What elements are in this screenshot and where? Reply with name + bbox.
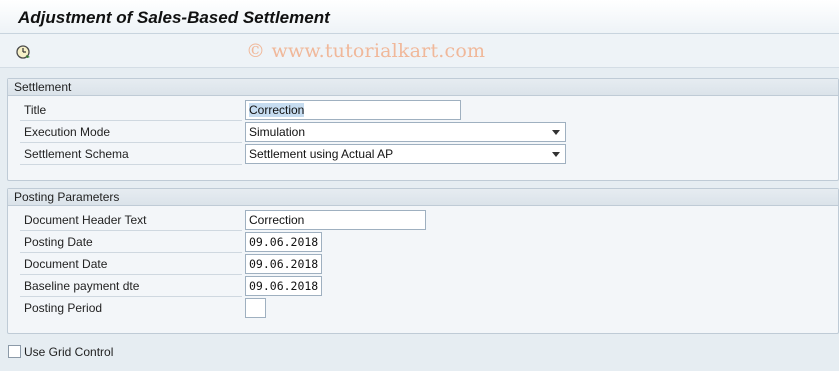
use-grid-control-checkbox[interactable]	[8, 345, 21, 358]
document-date-value: 09.06.2018	[249, 257, 319, 271]
row-divider	[20, 296, 242, 297]
title-label: Title	[24, 103, 47, 117]
row-divider	[20, 142, 242, 143]
posting-date-value: 09.06.2018	[249, 235, 319, 249]
chevron-down-icon[interactable]	[552, 130, 560, 135]
document-header-text-input[interactable]: Correction	[245, 210, 426, 230]
execute-clock-icon[interactable]	[14, 43, 32, 61]
row-posting-period: Posting Period	[20, 298, 560, 319]
row-title: Title Correction	[20, 100, 560, 121]
posting-parameters-group: Posting Parameters Document Header Text …	[7, 188, 839, 334]
settlement-schema-dropdown[interactable]: Settlement using Actual AP	[245, 144, 566, 164]
execution-mode-value: Simulation	[249, 125, 306, 139]
execution-mode-dropdown[interactable]: Simulation	[245, 122, 566, 142]
document-date-input[interactable]: 09.06.2018	[245, 254, 322, 274]
document-date-label: Document Date	[24, 257, 108, 271]
group-header-settlement: Settlement	[8, 79, 838, 96]
row-posting-date: Posting Date 09.06.2018	[20, 232, 560, 253]
title-bar: Adjustment of Sales-Based Settlement	[0, 0, 839, 34]
posting-date-label: Posting Date	[24, 235, 93, 249]
row-divider	[20, 274, 242, 275]
document-header-text-label: Document Header Text	[24, 213, 147, 227]
settlement-schema-label: Settlement Schema	[24, 147, 129, 161]
execution-mode-label: Execution Mode	[24, 125, 111, 139]
row-execution-mode: Execution Mode Simulation	[20, 122, 566, 143]
page-title: Adjustment of Sales-Based Settlement	[18, 8, 330, 27]
settlement-schema-value: Settlement using Actual AP	[249, 147, 394, 161]
row-divider	[20, 252, 242, 253]
title-input[interactable]: Correction	[245, 100, 461, 120]
row-divider	[20, 164, 242, 165]
row-document-header-text: Document Header Text Correction	[20, 210, 560, 231]
posting-period-input[interactable]	[245, 298, 266, 318]
row-divider	[20, 230, 242, 231]
chevron-down-icon[interactable]	[552, 152, 560, 157]
settlement-group: Settlement Title Correction Execution Mo…	[7, 78, 839, 181]
row-divider	[20, 120, 242, 121]
document-header-text-value: Correction	[249, 213, 305, 227]
watermark-text: © www.tutorialkart.com	[246, 40, 486, 62]
row-settlement-schema: Settlement Schema Settlement using Actua…	[20, 144, 566, 165]
baseline-payment-date-input[interactable]: 09.06.2018	[245, 276, 322, 296]
baseline-payment-date-value: 09.06.2018	[249, 279, 319, 293]
application-toolbar: © www.tutorialkart.com	[0, 34, 839, 68]
use-grid-control-label: Use Grid Control	[24, 345, 114, 359]
row-document-date: Document Date 09.06.2018	[20, 254, 560, 275]
baseline-payment-date-label: Baseline payment dte	[24, 279, 140, 293]
group-header-posting-parameters: Posting Parameters	[8, 189, 838, 206]
posting-period-label: Posting Period	[24, 301, 103, 315]
row-baseline-payment-date: Baseline payment dte 09.06.2018	[20, 276, 560, 297]
posting-date-input[interactable]: 09.06.2018	[245, 232, 322, 252]
title-input-value: Correction	[249, 103, 305, 117]
